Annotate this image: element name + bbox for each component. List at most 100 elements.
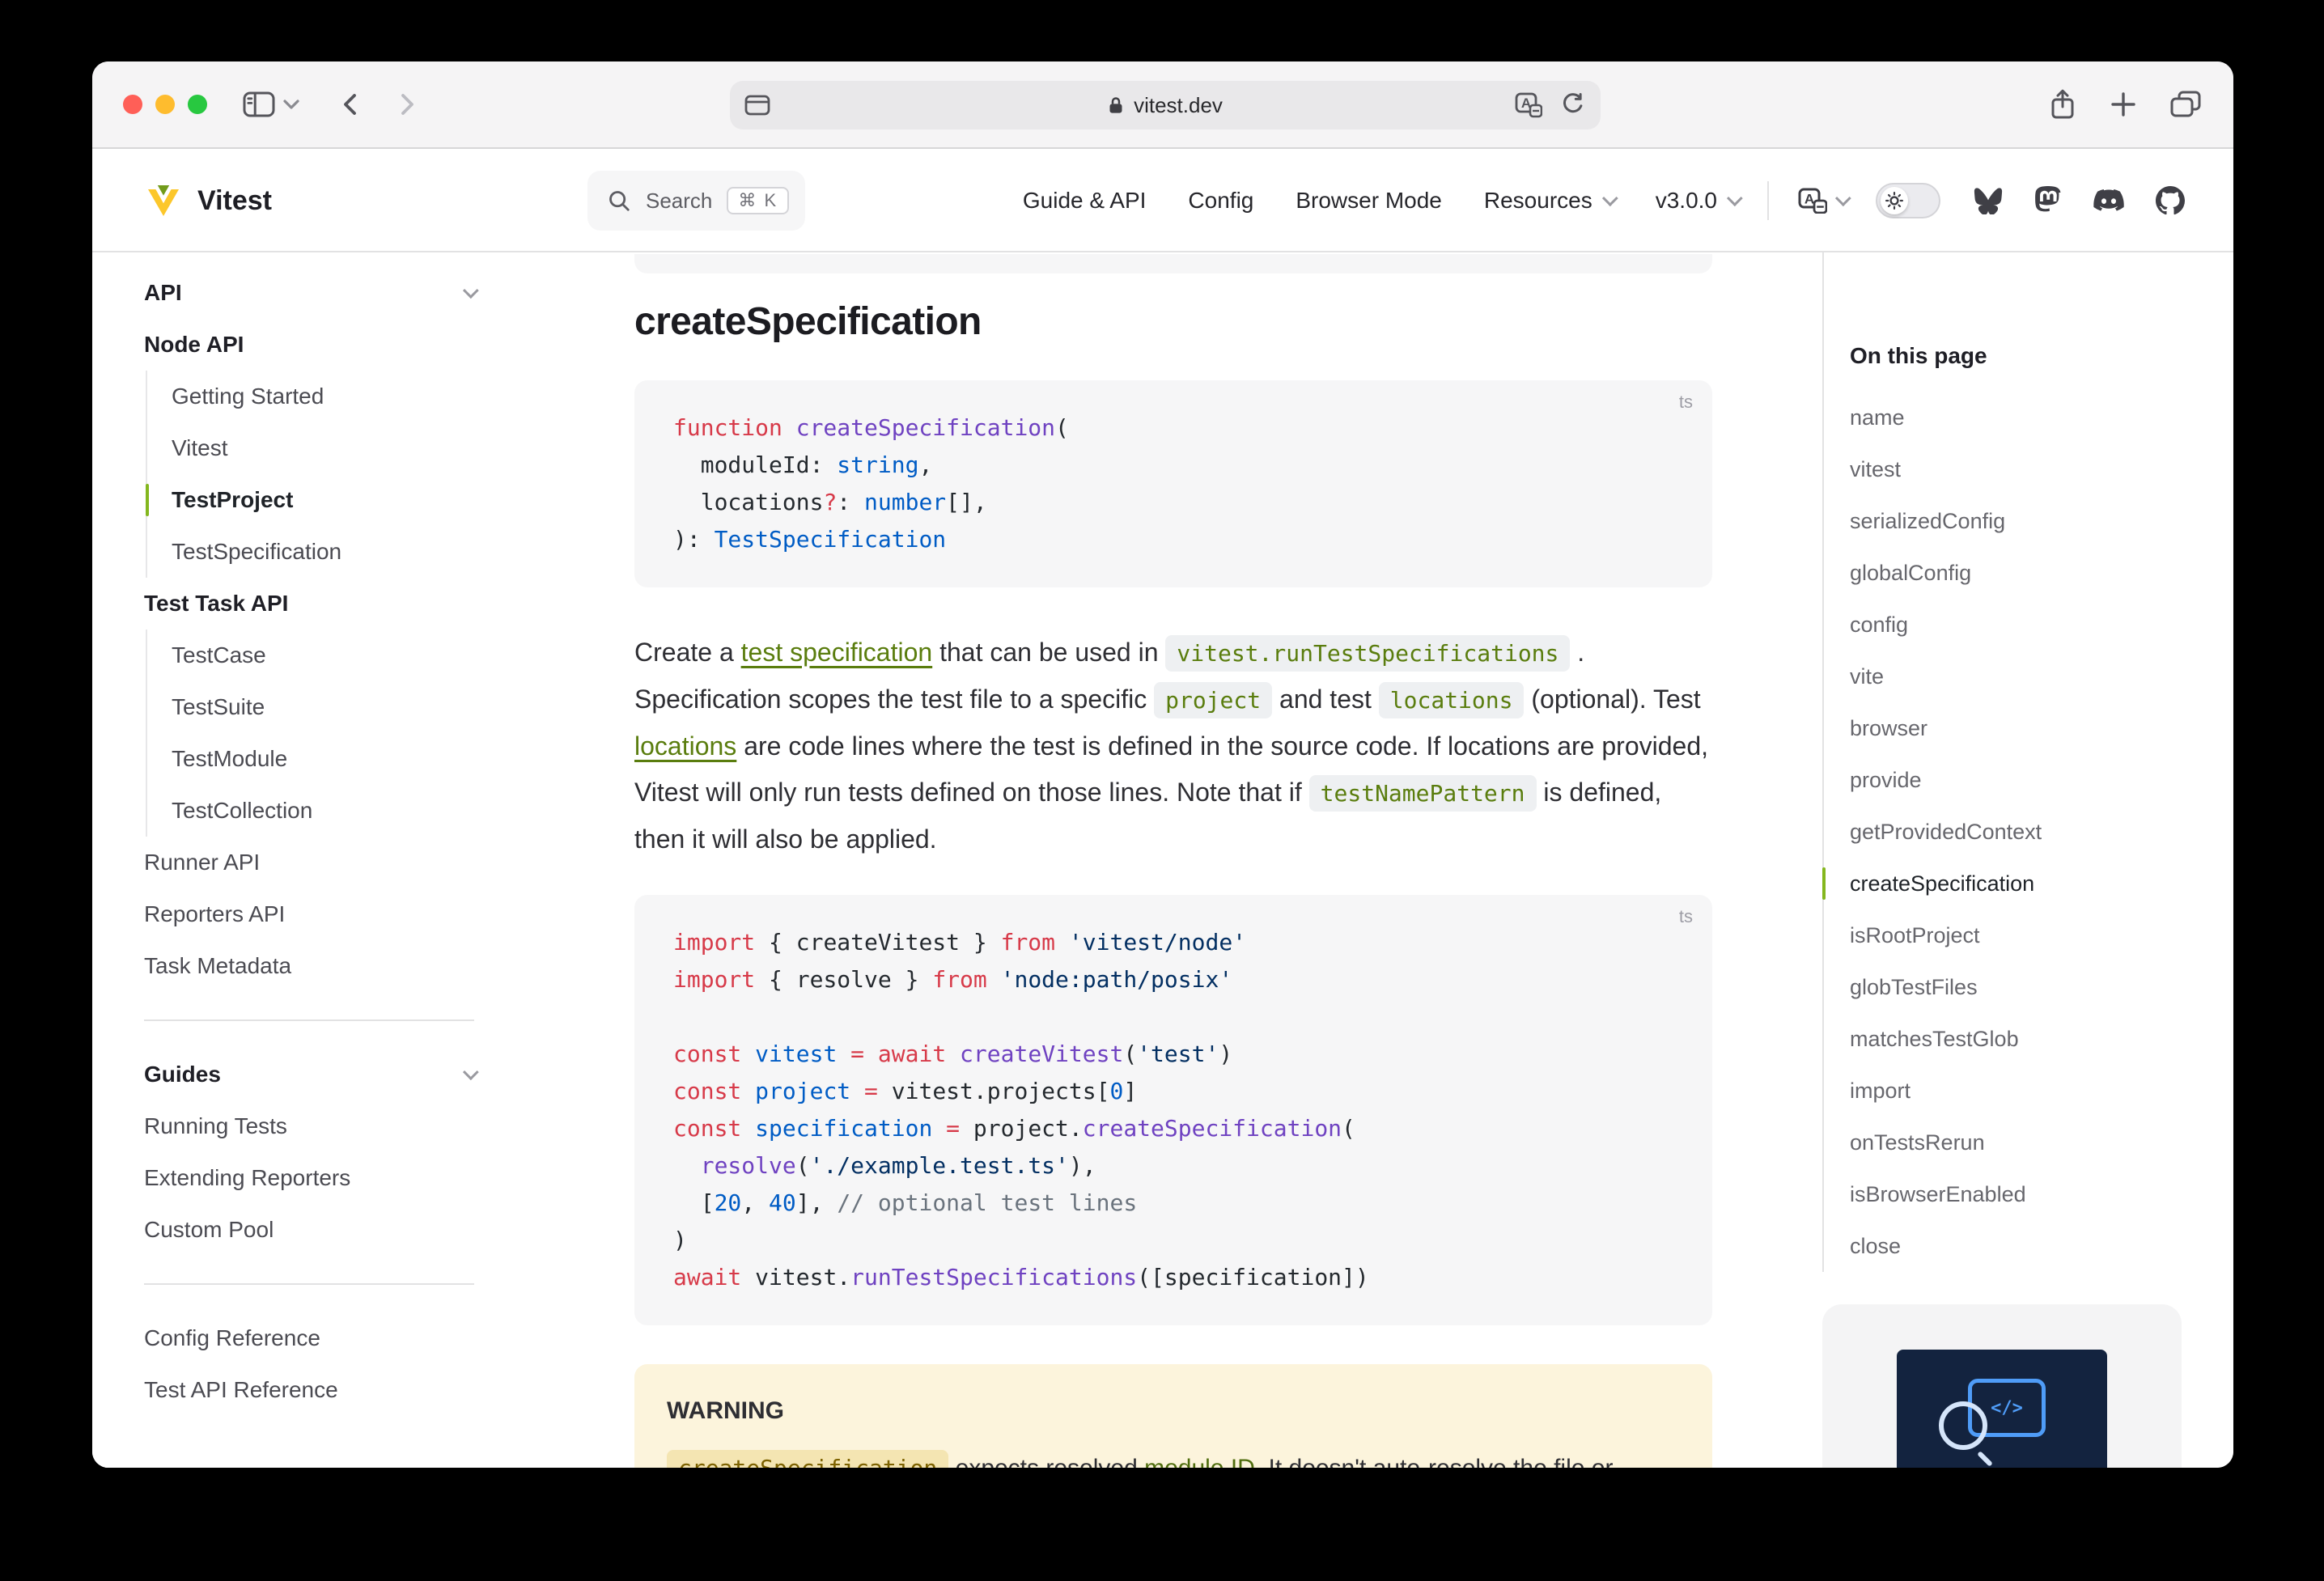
safari-window: vitest.dev A — [92, 61, 2233, 1468]
chevron-down-icon — [1602, 190, 1618, 206]
toc-link[interactable]: isBrowserEnabled — [1850, 1168, 2182, 1220]
new-tab-icon[interactable] — [2110, 91, 2136, 117]
doc-link[interactable]: test specification — [741, 638, 933, 667]
doc-link[interactable]: module ID — [1144, 1455, 1255, 1468]
sidebar-group-label: API — [144, 267, 182, 319]
sidebar-item[interactable]: Test API Reference — [144, 1364, 474, 1416]
theme-toggle[interactable] — [1876, 183, 1940, 218]
sidebar-item[interactable]: Task Metadata — [144, 940, 474, 992]
nav-link[interactable]: Browser Mode — [1296, 188, 1442, 214]
close-window-button[interactable] — [123, 95, 142, 114]
sidebar-item[interactable]: TestModule — [172, 733, 474, 785]
mastodon-icon[interactable] — [2034, 186, 2062, 215]
sidebar-item[interactable]: Getting Started — [172, 371, 474, 422]
sidebar-group-header[interactable]: Guides — [144, 1049, 474, 1100]
code-block-signature: ts function createSpecification( moduleI… — [634, 380, 1712, 587]
sidebar-item[interactable]: Config Reference — [144, 1312, 474, 1364]
previous-code-block-tail — [634, 254, 1712, 273]
nav-link-label: Browser Mode — [1296, 188, 1442, 214]
toc-link[interactable]: browser — [1850, 702, 2182, 754]
sidebar-item[interactable]: Reporters API — [144, 888, 474, 940]
sidebar-item[interactable]: Extending Reporters — [144, 1152, 474, 1204]
toc-link[interactable]: onTestsRerun — [1850, 1117, 2182, 1168]
address-bar[interactable]: vitest.dev A — [730, 81, 1601, 129]
toc-link[interactable]: vite — [1850, 651, 2182, 702]
forward-button[interactable] — [393, 91, 419, 117]
translate-icon[interactable]: A — [1515, 92, 1542, 118]
sidebar-group-header[interactable]: API — [144, 267, 474, 319]
code-text: function createSpecification( moduleId: … — [634, 409, 1712, 558]
nav-link-label: Resources — [1484, 188, 1592, 214]
toc-link[interactable]: config — [1850, 599, 2182, 651]
nav-links: Guide & API Config Browser Mode Resources v3… — [1023, 188, 1738, 214]
toc-link[interactable]: name — [1850, 392, 2182, 443]
search-button[interactable]: Search ⌘ K — [587, 171, 805, 231]
search-shortcut: ⌘ K — [727, 187, 789, 214]
sidebar-item[interactable]: Vitest — [172, 422, 474, 474]
nav-link[interactable]: Resources — [1484, 188, 1614, 214]
sidebar-item[interactable]: Custom Pool — [144, 1204, 474, 1256]
sidebar-group-label: Guides — [144, 1049, 221, 1100]
code-lang-badge: ts — [1679, 392, 1693, 413]
toc-link[interactable]: provide — [1850, 754, 2182, 806]
minimize-window-button[interactable] — [155, 95, 175, 114]
language-switcher[interactable]: A — [1798, 188, 1847, 214]
toc-link[interactable]: matchesTestGlob — [1850, 1013, 2182, 1065]
reload-icon[interactable] — [1560, 93, 1584, 117]
search-icon — [607, 189, 631, 213]
page-title: createSpecification — [634, 296, 1712, 348]
zoom-window-button[interactable] — [188, 95, 207, 114]
page-settings-icon[interactable] — [744, 94, 770, 117]
toc-link[interactable]: isRootProject — [1850, 909, 2182, 961]
warning-callout: WARNING createSpecification expects reso… — [634, 1364, 1712, 1468]
toc-link[interactable]: import — [1850, 1065, 2182, 1117]
tab-overview-icon[interactable] — [2170, 91, 2201, 118]
browser-toolbar: vitest.dev A — [92, 61, 2233, 149]
docs-sidebar: Vitest APINode APIGetting StartedVitestT… — [92, 150, 532, 1468]
text-run: that can be used in — [932, 638, 1165, 667]
toc-link[interactable]: close — [1850, 1220, 2182, 1272]
window-controls — [123, 95, 207, 114]
share-icon[interactable] — [2049, 88, 2076, 121]
toc-link[interactable]: vitest — [1850, 443, 2182, 495]
nav-separator — [1767, 181, 1769, 220]
chevron-down-icon — [1835, 190, 1851, 206]
bluesky-icon[interactable] — [1973, 187, 2004, 214]
nav-link-label: v3.0.0 — [1656, 188, 1717, 214]
nav-link-label: Config — [1188, 188, 1253, 214]
toc-link[interactable]: getProvidedContext — [1850, 806, 2182, 858]
nav-link[interactable]: Config — [1188, 188, 1253, 214]
toc-link[interactable]: serializedConfig — [1850, 495, 2182, 547]
sidebar-item[interactable]: TestSpecification — [172, 526, 474, 578]
chevron-down-icon — [463, 282, 479, 299]
nav-link[interactable]: v3.0.0 — [1656, 188, 1738, 214]
sidebar-item[interactable]: Running Tests — [144, 1100, 474, 1152]
toc-link-active[interactable]: createSpecification — [1850, 858, 2182, 909]
toc-link[interactable]: globTestFiles — [1850, 961, 2182, 1013]
toolbar-sidebar-icon[interactable] — [243, 91, 275, 117]
sidebar-item[interactable]: TestSuite — [172, 681, 474, 733]
sidebar-chevron-icon[interactable] — [283, 100, 299, 109]
site-logo[interactable]: Vitest — [92, 150, 532, 251]
nav-link[interactable]: Guide & API — [1023, 188, 1147, 214]
warning-text: createSpecification expects resolved mod… — [667, 1445, 1680, 1468]
magnifier-icon — [1939, 1401, 1987, 1450]
sidebar-item[interactable]: Runner API — [144, 837, 474, 888]
discord-icon[interactable] — [2093, 188, 2125, 214]
url-text: vitest.dev — [730, 93, 1601, 118]
back-button[interactable] — [338, 91, 364, 117]
sponsor-card[interactable]: </> — [1822, 1304, 2182, 1468]
toc-link[interactable]: globalConfig — [1850, 547, 2182, 599]
sidebar-item-active[interactable]: TestProject — [172, 474, 474, 526]
chevron-down-icon — [463, 1064, 479, 1080]
sidebar-divider — [144, 1019, 474, 1021]
sidebar-item[interactable]: TestCase — [172, 629, 474, 681]
sidebar-item[interactable]: TestCollection — [172, 785, 474, 837]
svg-text:A: A — [1804, 192, 1814, 207]
doc-link[interactable]: locations — [634, 731, 736, 761]
top-navbar: Search ⌘ K Guide & API Config Browser Mode… — [532, 150, 2233, 251]
github-icon[interactable] — [2156, 186, 2185, 215]
nav-link-label: Guide & API — [1023, 188, 1147, 214]
warning-title: WARNING — [667, 1390, 1680, 1432]
sponsor-image: </> — [1897, 1350, 2107, 1468]
